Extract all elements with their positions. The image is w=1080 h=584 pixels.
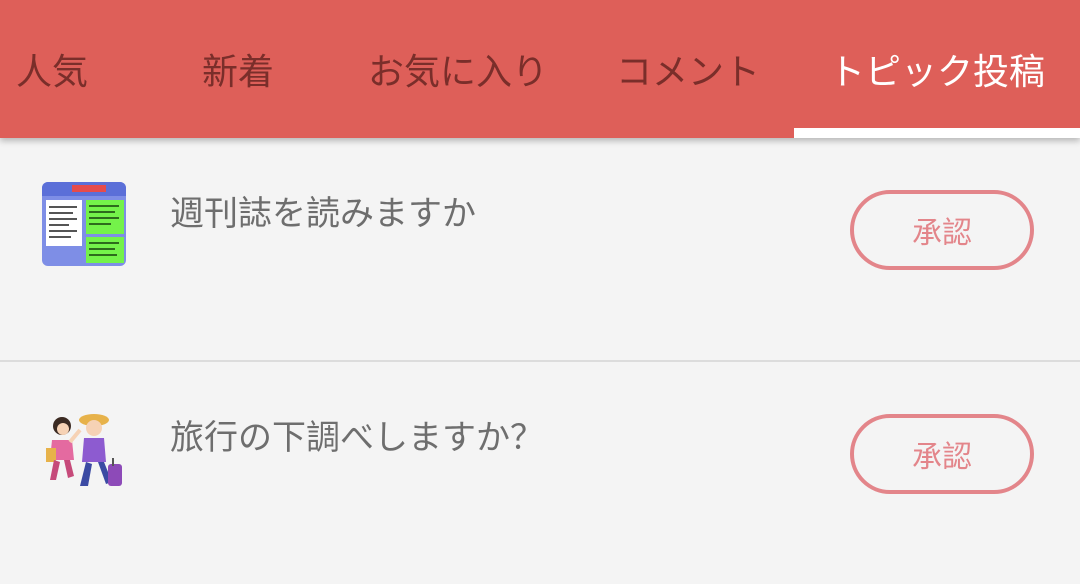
travelers-illustration bbox=[42, 408, 126, 492]
list-item[interactable]: 週刊誌を読みますか 承認 bbox=[0, 138, 1080, 362]
approve-button[interactable]: 承認 bbox=[850, 190, 1034, 270]
tab-topic-post[interactable]: トピック投稿 bbox=[806, 0, 1068, 138]
tab-new[interactable]: 新着 bbox=[168, 0, 308, 138]
topic-list: 週刊誌を読みますか 承認 旅行の下調べしますか？ 承認 bbox=[0, 138, 1080, 576]
magazine-thumbnail bbox=[42, 182, 126, 266]
topic-title: 旅行の下調べしますか？ bbox=[170, 418, 544, 458]
approve-button[interactable]: 承認 bbox=[850, 414, 1034, 494]
tab-comments[interactable]: コメント bbox=[598, 0, 778, 138]
tab-favorites[interactable]: お気に入り bbox=[358, 0, 558, 138]
active-tab-indicator bbox=[794, 128, 1080, 138]
topic-title: 週刊誌を読みますか bbox=[170, 194, 476, 234]
tab-bar: 人気 新着 お気に入り コメント トピック投稿 bbox=[0, 0, 1080, 138]
tab-popular[interactable]: 人気 bbox=[0, 0, 122, 138]
list-item[interactable]: 旅行の下調べしますか？ 承認 bbox=[0, 362, 1080, 584]
